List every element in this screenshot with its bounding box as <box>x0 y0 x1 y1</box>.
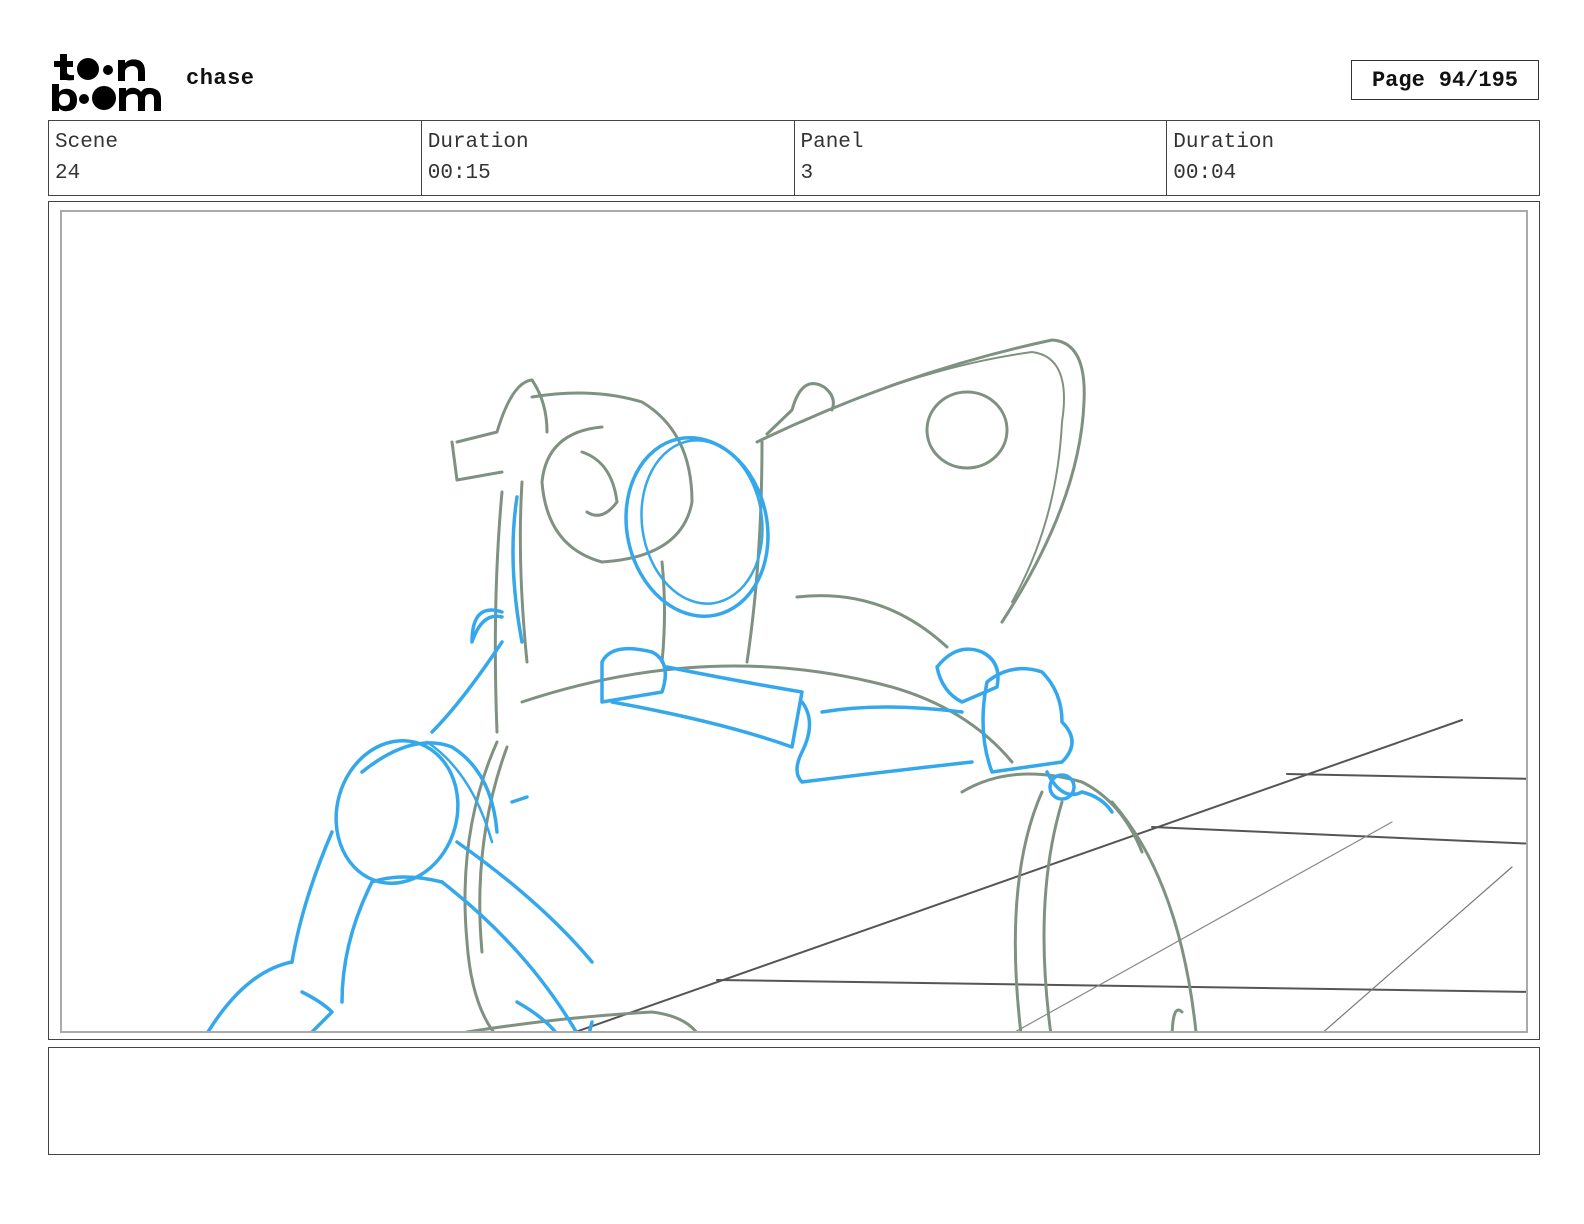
panel-label: Panel <box>800 131 864 154</box>
panel-info-table: Scene 24 Duration 00:15 Panel 3 Duration… <box>48 120 1540 196</box>
scene-duration-label: Duration <box>427 131 529 154</box>
page-indicator: Page 94/195 <box>1351 60 1539 100</box>
scene-value: 24 <box>55 162 81 185</box>
panel-cell: Panel 3 <box>795 121 1168 195</box>
toon-boom-logo <box>50 52 166 114</box>
panel-duration-label: Duration <box>1173 131 1275 154</box>
page-number: 94/195 <box>1438 67 1519 93</box>
scene-duration-value: 00:15 <box>427 162 491 185</box>
panel-notes-box <box>48 1047 1540 1155</box>
storyboard-panel-drawing <box>60 210 1528 1033</box>
panel-duration-value: 00:04 <box>1173 162 1237 185</box>
scene-duration-cell: Duration 00:15 <box>422 121 795 195</box>
page-label: Page <box>1371 67 1425 93</box>
project-title: chase <box>186 66 255 91</box>
panel-duration-cell: Duration 00:04 <box>1167 121 1539 195</box>
panel-value: 3 <box>800 162 814 185</box>
scene-cell: Scene 24 <box>49 121 422 195</box>
scene-label: Scene <box>55 131 119 154</box>
